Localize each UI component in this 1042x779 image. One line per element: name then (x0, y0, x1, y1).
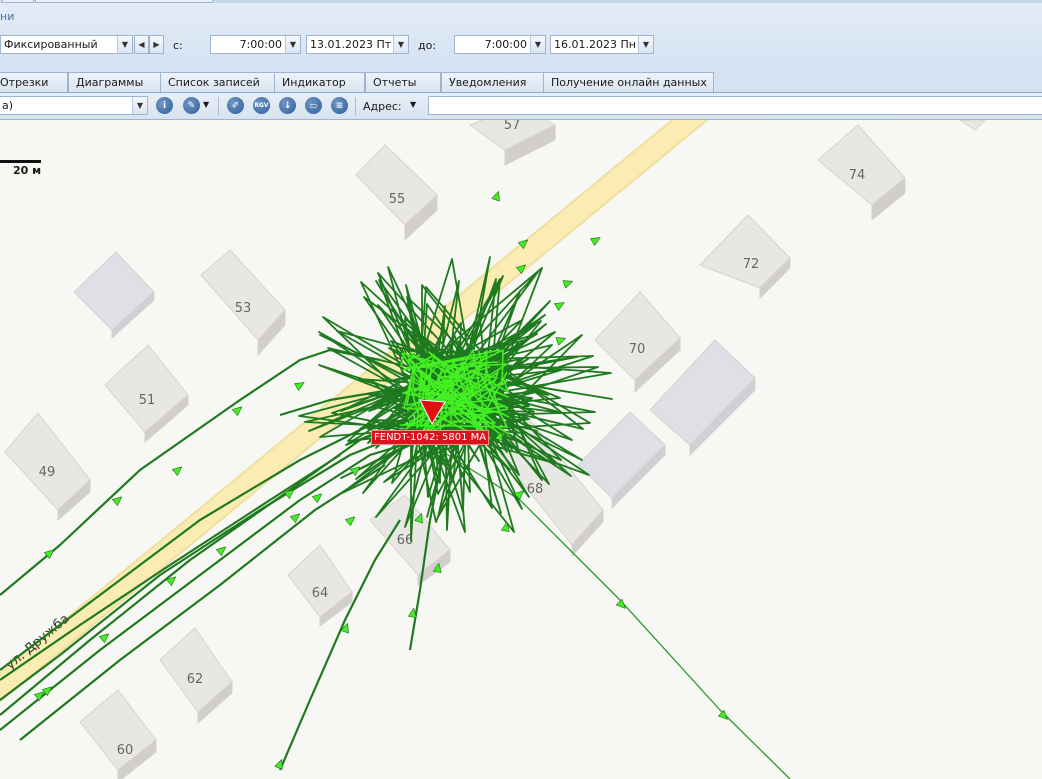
building-blue-1 (73, 251, 155, 340)
tab-label: Получение онлайн данных (551, 76, 707, 89)
tab-label: Диаграммы (76, 76, 144, 89)
layers-icon[interactable]: ≡ (331, 97, 348, 114)
next-period-button[interactable]: ▶ (149, 35, 164, 54)
house-number: 74 (849, 168, 866, 183)
tab-online-data[interactable]: Получение онлайн данных (543, 72, 714, 92)
address-input[interactable] (428, 96, 1042, 115)
object-select[interactable]: а) ▼ (0, 96, 148, 115)
tab-label: Индикатор (282, 76, 346, 89)
building-60 (79, 689, 157, 779)
chevron-down-icon[interactable]: ▼ (410, 100, 416, 109)
chevron-down-icon[interactable]: ▼ (530, 36, 545, 53)
track-arrow-icon (555, 334, 568, 346)
track-arrow-icon (99, 630, 112, 643)
from-date-value: 13.01.2023 Пт (310, 38, 392, 51)
house-number: 49 (39, 465, 56, 480)
track-arrow-icon (312, 490, 325, 503)
house-number: 62 (187, 672, 204, 687)
tab-segments[interactable]: Отрезки (0, 72, 68, 92)
prev-period-button[interactable]: ◀ (134, 35, 149, 54)
to-date-value: 16.01.2023 Пн (554, 38, 636, 51)
period-mode-select[interactable]: Фиксированный ▼ (0, 35, 133, 54)
track-segment (278, 519, 401, 771)
tab-label: Уведомления (449, 76, 527, 89)
tab-label: Отрезки (0, 76, 49, 89)
track-arrow-icon (554, 298, 567, 311)
from-time-input[interactable]: 7:00:00 ▼ (210, 35, 301, 54)
track-arrow-icon (166, 573, 179, 586)
tab-label: Отчеты (373, 76, 417, 89)
map-canvas[interactable]: 57 74 55 72 53 70 51 49 68 66 64 62 60 у… (0, 120, 1042, 779)
tab-notifications[interactable]: Уведомления (441, 72, 544, 92)
track-arrow-icon (294, 378, 307, 391)
rgv-icon[interactable]: RGV (253, 97, 270, 114)
download-icon[interactable]: ↓ (279, 97, 296, 114)
tab-records-list[interactable]: Список записей (160, 72, 275, 92)
house-number: 70 (629, 342, 646, 357)
tab-label: Список записей (168, 76, 260, 89)
house-number: 64 (312, 586, 329, 601)
top-tab-stub[interactable] (2, 0, 34, 3)
house-number: 53 (235, 301, 252, 316)
to-time-value: 7:00:00 (484, 38, 527, 51)
house-number: 57 (504, 120, 521, 133)
from-time-value: 7:00:00 (239, 38, 282, 51)
to-label: до: (418, 39, 437, 52)
chevron-down-icon[interactable]: ▼ (285, 36, 300, 53)
period-mode-value: Фиксированный (4, 38, 98, 51)
top-tab-strip (0, 0, 1042, 3)
track-arrow-icon (232, 403, 245, 416)
road-druzhba (0, 120, 709, 703)
track-arrow-icon (718, 710, 731, 723)
tab-reports[interactable]: Отчеты (365, 72, 441, 92)
house-number: 51 (139, 393, 156, 408)
object-select-value: а) (2, 99, 14, 112)
ruler-icon[interactable]: ▭ (305, 97, 322, 114)
from-date-input[interactable]: 13.01.2023 Пт ▼ (306, 35, 409, 54)
track-arrow-icon (590, 233, 603, 246)
house-number: 60 (117, 743, 134, 758)
map-view[interactable]: 57 74 55 72 53 70 51 49 68 66 64 62 60 у… (0, 120, 1042, 779)
to-time-input[interactable]: 7:00:00 ▼ (454, 35, 546, 54)
chevron-down-icon[interactable]: ▼ (638, 36, 653, 53)
track-arrow-icon (345, 513, 358, 526)
scale-label: 20 м (13, 164, 42, 177)
period-panel: ни Фиксированный ▼ ◀ ▶ с: 7:00:00 ▼ 13.0… (0, 0, 1042, 71)
tab-diagrams[interactable]: Диаграммы (68, 72, 161, 92)
house-number: 68 (527, 482, 544, 497)
scale-bar (0, 160, 41, 163)
building-blue-3 (577, 411, 666, 510)
toolbar-separator (218, 97, 219, 115)
edit-icon[interactable]: ✐ (227, 97, 244, 114)
track-arrow-icon (616, 599, 629, 612)
track-arrow-icon (491, 189, 503, 202)
track-arrow-icon (562, 277, 575, 289)
tabs-bar: Отрезки Диаграммы Список записей Индикат… (0, 70, 1042, 93)
to-date-input[interactable]: 16.01.2023 Пн ▼ (550, 35, 654, 54)
from-label: с: (173, 39, 183, 52)
house-number: 55 (389, 192, 406, 207)
wrench-icon[interactable]: ✎ (183, 97, 200, 114)
chevron-down-icon[interactable]: ▼ (393, 36, 408, 53)
vehicle-label[interactable]: FENDT-1042: 5801 МА (371, 430, 490, 445)
map-toolbar: а) ▼ i ✎ ▼ ✐ RGV ↓ ▭ ≡ Адрес: ▼ (0, 93, 1042, 120)
info-icon[interactable]: i (156, 97, 173, 114)
address-label: Адрес: (363, 100, 402, 113)
toolbar-separator (355, 97, 356, 115)
group-label: ни (0, 10, 15, 23)
track-arrow-icon (172, 463, 185, 476)
chevron-down-icon[interactable]: ▼ (203, 100, 209, 109)
chevron-down-icon[interactable]: ▼ (132, 97, 147, 114)
house-number: 72 (743, 257, 760, 272)
top-tab-stub[interactable] (35, 0, 213, 3)
building-corner (959, 120, 986, 131)
chevron-down-icon[interactable]: ▼ (117, 36, 132, 53)
tab-indicator[interactable]: Индикатор (274, 72, 365, 92)
